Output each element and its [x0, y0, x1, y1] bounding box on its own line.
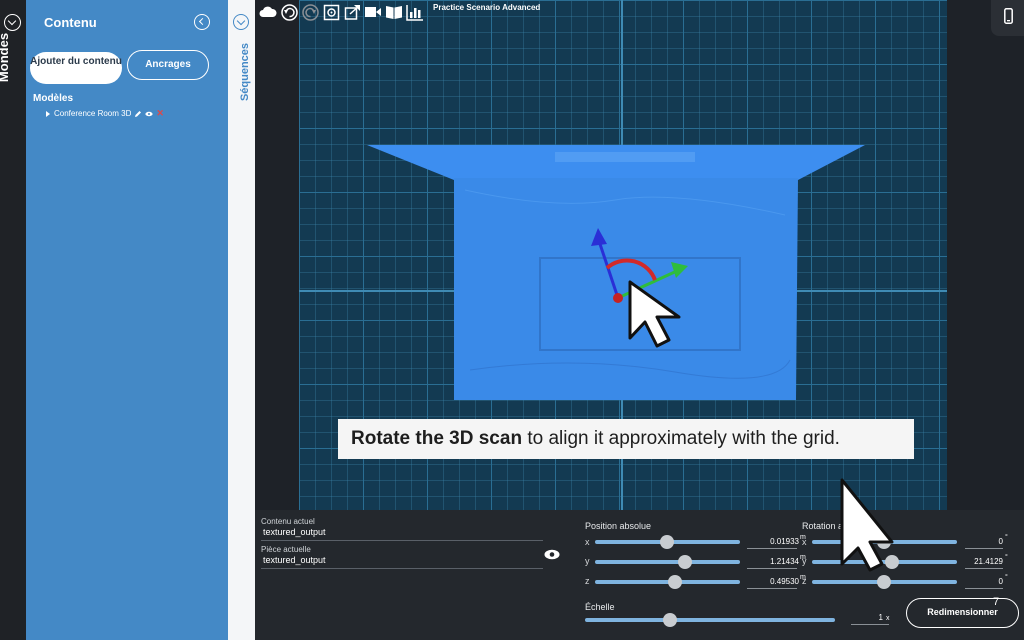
position-x-knob[interactable]	[660, 535, 674, 549]
current-part-underline	[261, 568, 543, 569]
position-y-underline	[747, 568, 797, 569]
position-x-axis: x	[585, 537, 590, 547]
scale-slider[interactable]	[585, 618, 835, 622]
scale-unit: x	[886, 615, 890, 622]
content-panel: Contenu Ajouter du contenu Ancrages Modè…	[26, 0, 228, 640]
tutorial-caption: Rotate the 3D scan to align it approxima…	[338, 419, 914, 459]
sequences-chevron-icon[interactable]	[233, 14, 249, 30]
resize-button[interactable]: Redimensionner	[906, 598, 1019, 628]
rotation-y-underline	[965, 568, 1003, 569]
position-y-axis: y	[585, 556, 590, 566]
center-view-icon[interactable]	[322, 3, 340, 21]
properties-panel: Contenu actuel textured_output Pièce act…	[255, 510, 1024, 640]
worlds-chevron-icon[interactable]	[4, 14, 21, 31]
3d-scan-model[interactable]	[367, 145, 865, 400]
tutorial-cursor-icon	[840, 478, 894, 572]
rotation-y-unit: °	[1005, 554, 1008, 561]
visibility-eye-icon[interactable]	[544, 549, 560, 560]
scale-value[interactable]: 1	[851, 613, 883, 622]
model-item-label: Conference Room 3D	[54, 109, 132, 118]
add-content-button[interactable]: Ajouter du contenu	[30, 52, 122, 84]
position-title: Position absolue	[585, 521, 652, 531]
current-content-label: Contenu actuel	[261, 517, 315, 526]
rotation-z-underline	[965, 588, 1003, 589]
phone-icon	[1004, 8, 1013, 24]
rotation-x-underline	[965, 548, 1003, 549]
rotation-x-value[interactable]: 0	[963, 537, 1003, 546]
position-x-value[interactable]: 0.01933	[745, 537, 799, 546]
scale-title: Échelle	[585, 602, 615, 612]
rotation-z-unit: °	[1005, 574, 1008, 581]
video-icon[interactable]	[364, 3, 382, 21]
current-part-label: Pièce actuelle	[261, 545, 311, 554]
position-y-knob[interactable]	[678, 555, 692, 569]
visibility-eye-icon[interactable]	[145, 110, 153, 118]
book-icon[interactable]	[385, 3, 403, 21]
scale-knob[interactable]	[663, 613, 677, 627]
current-part-value[interactable]: textured_output	[263, 555, 326, 565]
undo-icon[interactable]	[280, 3, 298, 21]
position-y-slider[interactable]	[595, 560, 740, 564]
content-panel-title: Contenu	[44, 15, 97, 30]
sequences-strip: Séquences	[228, 0, 255, 640]
chart-icon[interactable]	[406, 3, 424, 21]
collapse-panel-icon[interactable]	[194, 14, 210, 30]
position-y-value[interactable]: 1.21434	[745, 557, 799, 566]
rotation-z-axis: z	[802, 576, 807, 586]
scale-underline	[851, 624, 889, 625]
rotation-x-unit: °	[1005, 534, 1008, 541]
worlds-title[interactable]: Mondes	[0, 30, 23, 100]
expand-triangle-icon[interactable]	[46, 110, 50, 117]
caption-text: to align it approximately with the grid.	[522, 428, 840, 449]
position-x-underline	[747, 548, 797, 549]
rotation-z-knob[interactable]	[877, 575, 891, 589]
anchors-button[interactable]: Ancrages	[127, 50, 209, 80]
step-number: 7	[993, 596, 1000, 608]
redo-icon[interactable]	[301, 3, 319, 21]
rotation-x-axis: x	[802, 537, 807, 547]
viewport-toolbar	[259, 3, 424, 21]
sequences-label[interactable]: Séquences	[239, 43, 251, 101]
model-item[interactable]: Conference Room 3D ✕	[46, 108, 164, 119]
delete-icon[interactable]: ✕	[156, 108, 164, 119]
caption-emphasis: Rotate the 3D scan	[351, 428, 523, 449]
rotation-y-axis: y	[802, 556, 807, 566]
share-icon[interactable]	[343, 3, 361, 21]
current-content-underline	[261, 540, 543, 541]
rotation-y-value[interactable]: 21.4129	[963, 557, 1003, 566]
current-content-value: textured_output	[263, 527, 326, 537]
device-preview-button[interactable]	[991, 0, 1024, 36]
scenario-title: Practice Scenario Advanced	[433, 3, 541, 12]
worlds-rail: Mondes	[0, 0, 26, 640]
cloud-icon[interactable]	[259, 3, 277, 21]
position-z-knob[interactable]	[668, 575, 682, 589]
position-z-axis: z	[585, 576, 590, 586]
models-heading: Modèles	[33, 93, 74, 104]
position-z-value[interactable]: 0.49530	[745, 577, 799, 586]
position-z-underline	[747, 588, 797, 589]
rotation-z-value[interactable]: 0	[963, 577, 1003, 586]
edit-pencil-icon[interactable]	[134, 110, 142, 118]
